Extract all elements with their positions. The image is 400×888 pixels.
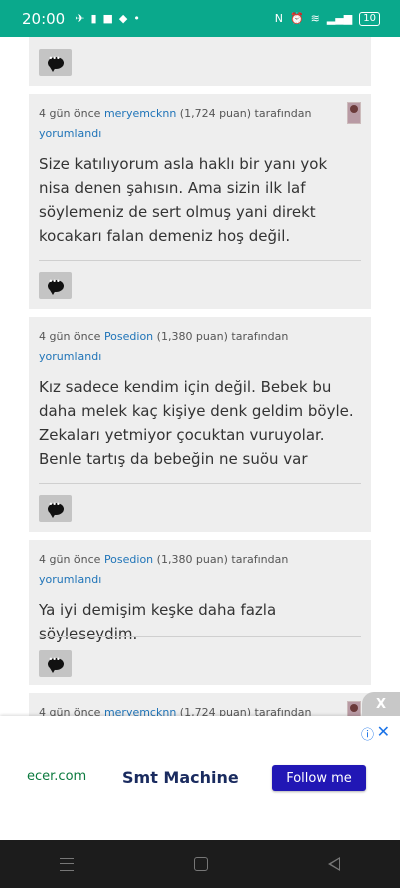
- dot-icon: •: [133, 12, 140, 25]
- app-icon: ▮: [90, 12, 97, 25]
- ad-title[interactable]: Smt Machine: [122, 768, 239, 787]
- ad-banner: X ⓘ ✕ ecer.com Smt Machine Follow me: [0, 692, 400, 840]
- comment-card: 4 gün önce meryemcknn (1,724 puan) taraf…: [29, 94, 371, 309]
- comment-card: 4 gün önce Posedion (1,380 puan) tarafın…: [29, 317, 371, 532]
- package-icon: ◆: [118, 12, 128, 25]
- comment-meta: 4 gün önce Posedion (1,380 puan) tarafın…: [39, 550, 339, 590]
- nfc-icon: N: [274, 12, 283, 25]
- game-icon: ■: [102, 12, 113, 25]
- comment-card: 4 gün önce Posedion (1,380 puan) tarafın…: [29, 540, 371, 685]
- ad-logo[interactable]: ecer.com: [27, 769, 86, 784]
- system-nav-bar: [0, 840, 400, 888]
- comment-meta: 4 gün önce meryemcknn (1,724 puan) taraf…: [39, 104, 339, 144]
- avatar[interactable]: [347, 701, 361, 717]
- comment-bubble-icon: [47, 655, 64, 673]
- divider: [39, 260, 361, 261]
- comment-meta: 4 gün önce Posedion (1,380 puan) tarafın…: [39, 327, 339, 367]
- ad-collapse-button[interactable]: X: [362, 692, 400, 716]
- comment-points: (1,380 puan): [156, 330, 228, 343]
- signal-icon: ▂▄▆: [326, 12, 353, 25]
- battery-icon: 10: [359, 11, 380, 26]
- comment-bubble-icon: [47, 54, 64, 72]
- comment-user-link[interactable]: Posedion: [104, 553, 153, 566]
- comment-suffix: tarafından: [254, 107, 312, 120]
- comment-text: Kız sadece kendim için değil. Bebek bu d…: [39, 378, 354, 468]
- comment-time: 4 gün önce: [39, 107, 101, 120]
- comment-action-link[interactable]: yorumlandı: [39, 350, 101, 363]
- comment-button[interactable]: [39, 272, 72, 299]
- ad-close-icon[interactable]: ✕: [377, 722, 390, 741]
- comment-meta: 4 gün önce meryemcknn (1,724 puan) taraf…: [39, 703, 339, 717]
- comment-bubble-icon: [47, 500, 64, 518]
- comment-user-link[interactable]: meryemcknn: [104, 107, 176, 120]
- comment-card-partial: [29, 37, 371, 86]
- comment-points: (1,724 puan): [179, 107, 252, 120]
- follow-button[interactable]: Follow me: [272, 765, 366, 791]
- comment-action-link[interactable]: yorumlandı: [39, 573, 101, 586]
- comment-action-link[interactable]: yorumlandı: [39, 127, 101, 140]
- divider: [39, 483, 361, 484]
- comment-text: Ya iyi demişim keşke daha fazla söylesey…: [39, 601, 277, 643]
- comment-points: (1,380 puan): [156, 553, 228, 566]
- comment-card: 4 gün önce meryemcknn (1,724 puan) taraf…: [29, 693, 371, 717]
- comment-suffix: tarafından: [231, 330, 289, 343]
- ad-info-icon[interactable]: ⓘ: [361, 724, 374, 743]
- recent-apps-icon[interactable]: [60, 857, 74, 871]
- comment-time: 4 gün önce: [39, 553, 101, 566]
- status-time: 20:00: [22, 9, 66, 28]
- comment-feed[interactable]: 4 gün önce meryemcknn (1,724 puan) taraf…: [0, 37, 400, 717]
- divider: [39, 636, 361, 637]
- system-icons: N ⏰ ≋ ▂▄▆ 10: [274, 11, 380, 26]
- alarm-icon: ⏰: [289, 12, 304, 25]
- comment-button[interactable]: [39, 650, 72, 677]
- comment-time: 4 gün önce: [39, 330, 101, 343]
- status-bar: 20:00 ✈ ▮ ■ ◆ • N ⏰ ≋ ▂▄▆ 10: [0, 0, 400, 37]
- comment-suffix: tarafından: [231, 553, 289, 566]
- notification-icons: ✈ ▮ ■ ◆ •: [75, 12, 140, 25]
- comment-button[interactable]: [39, 49, 72, 76]
- telegram-icon: ✈: [75, 12, 85, 25]
- back-icon[interactable]: [328, 857, 340, 871]
- comment-bubble-icon: [47, 277, 64, 295]
- comment-text: Size katılıyorum asla haklı bir yanı yok…: [39, 155, 328, 245]
- home-icon[interactable]: [194, 857, 208, 871]
- comment-button[interactable]: [39, 495, 72, 522]
- avatar[interactable]: [347, 102, 361, 124]
- wifi-icon: ≋: [310, 12, 320, 25]
- comment-user-link[interactable]: Posedion: [104, 330, 153, 343]
